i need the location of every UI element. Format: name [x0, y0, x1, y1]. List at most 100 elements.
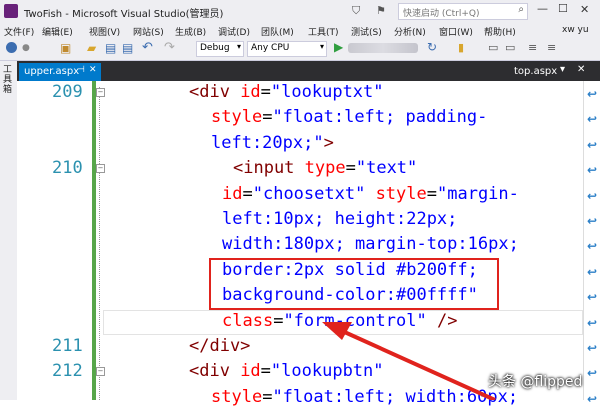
line-number: 209 [52, 82, 83, 102]
word-wrap-icon: ↩ [587, 214, 598, 228]
comment-icon[interactable]: ▭ [488, 41, 498, 54]
menu-edit[interactable]: 编辑(E) [42, 25, 73, 38]
menu-view[interactable]: 视图(V) [89, 25, 120, 38]
word-wrap-icon: ↩ [587, 188, 598, 203]
close-button[interactable]: ✕ [580, 3, 589, 16]
code-line[interactable]: left:20px;"> [211, 133, 334, 153]
word-wrap-icon: ↩ [587, 391, 598, 406]
collapse-toggle-icon[interactable]: − [96, 88, 105, 97]
code-line[interactable]: <input type="text" [233, 158, 417, 178]
save-all-icon[interactable]: ▤ [122, 41, 133, 55]
maximize-button[interactable]: ☐ [558, 2, 568, 15]
title-bar: TwoFish - Microsoft Visual Studio(管理员) ⛉… [0, 0, 600, 22]
code-token: left:20px;" [211, 132, 324, 153]
code-token: <div [189, 361, 241, 382]
change-indicator-bar [92, 81, 96, 400]
code-token: style [375, 183, 427, 204]
code-line[interactable]: width:180px; margin-top:16px; [222, 234, 519, 254]
code-line[interactable]: <div id="lookupbtn" [189, 361, 384, 381]
quick-launch-input[interactable]: 快速启动 (Ctrl+Q) ⌕ [398, 3, 528, 20]
tab-top-aspx[interactable]: top.aspx [514, 66, 557, 77]
code-token: "choosetxt" [252, 183, 376, 204]
user-name[interactable]: xw yu [562, 25, 589, 35]
new-project-icon[interactable]: ▣ [60, 41, 71, 55]
menu-analyze[interactable]: 分析(N) [394, 25, 426, 38]
minimize-button[interactable]: — [537, 2, 548, 15]
code-line[interactable]: <div id="lookuptxt" [189, 82, 384, 102]
browser-target-blurred[interactable] [348, 43, 418, 53]
word-wrap-icon: ↩ [587, 137, 598, 152]
platform-value: Any CPU [251, 43, 290, 53]
tab-close-icon[interactable]: ✕ [577, 64, 585, 75]
code-line[interactable]: </div> [189, 336, 250, 356]
highlight-box [209, 258, 499, 310]
menu-website[interactable]: 网站(S) [133, 25, 164, 38]
notification-flag-icon[interactable]: ⚑ [376, 4, 386, 17]
word-wrap-icon: ↩ [587, 341, 598, 355]
code-token: id [240, 361, 261, 382]
tab-list-icon[interactable]: ▾ [560, 64, 565, 75]
code-token: "lookupbtn" [270, 361, 384, 382]
code-token: "float:left; padding- [272, 107, 488, 128]
code-line[interactable]: style="float:left; width:60px; [211, 387, 518, 407]
tab-label: upper.aspx [24, 66, 80, 77]
code-token: left:10px; height:22px; [222, 209, 458, 229]
menu-file[interactable]: 文件(F) [4, 25, 34, 38]
start-debugging-icon[interactable]: ▶ [334, 40, 343, 54]
code-token: <div [189, 82, 241, 102]
word-wrap-icon: ↩ [587, 264, 598, 279]
code-token: "text" [355, 158, 418, 179]
back-icon[interactable] [6, 42, 17, 53]
code-token: </div> [189, 336, 251, 356]
code-token: width:180px; margin-top:16px; [222, 234, 519, 255]
open-file-icon[interactable]: ▰ [87, 41, 96, 55]
word-wrap-icon: ↩ [587, 290, 598, 305]
menu-team[interactable]: 团队(M) [261, 25, 294, 38]
editor-right-border [583, 81, 584, 400]
document-tab-row: upper.aspx ⊣ ✕ top.aspx ▾ ✕ [17, 61, 600, 81]
code-token: <input [233, 158, 305, 179]
menu-debug[interactable]: 调试(D) [218, 25, 250, 38]
uncomment-icon[interactable]: ▭ [505, 41, 515, 54]
code-token: type [304, 158, 346, 179]
tab-upper-aspx[interactable]: upper.aspx ⊣ ✕ [19, 63, 101, 81]
refresh-icon[interactable]: ↻ [427, 40, 437, 54]
undo-icon[interactable]: ↶ [142, 40, 153, 55]
redo-icon[interactable]: ↷ [164, 40, 175, 55]
code-token: = [260, 82, 271, 102]
line-number: 211 [52, 336, 83, 356]
menu-build[interactable]: 生成(B) [175, 25, 206, 38]
word-wrap-icon: ↩ [587, 163, 598, 178]
code-editor[interactable]: − − − 209 <div id="lookuptxt" ↩ style="floa… [17, 81, 600, 407]
close-icon[interactable]: ✕ [89, 65, 97, 75]
collapse-toggle-icon[interactable]: − [96, 164, 105, 173]
code-line[interactable]: class="form-control" /> [222, 311, 457, 331]
code-line[interactable]: id="choosetxt" style="margin- [222, 184, 519, 204]
line-number: 210 [52, 158, 83, 179]
code-line[interactable]: left:10px; height:22px; [222, 209, 457, 229]
toolbox-label[interactable]: 工具箱 [3, 65, 13, 95]
watermark-text: 头条 @flipped [488, 374, 583, 390]
menu-help[interactable]: 帮助(H) [484, 25, 516, 38]
code-line[interactable]: style="float:left; padding- [211, 107, 487, 127]
forward-icon[interactable]: ● [22, 43, 30, 53]
toolbox-strip[interactable]: 工具箱 [0, 61, 18, 400]
code-token: = [273, 310, 284, 331]
word-wrap-icon: ↩ [587, 239, 598, 254]
menu-test[interactable]: 测试(S) [351, 25, 382, 38]
outdent-icon[interactable]: ≡ [547, 41, 556, 54]
filter-icon[interactable]: ⛉ [352, 4, 360, 18]
configuration-select[interactable]: Debug ▾ [196, 41, 244, 57]
save-icon[interactable]: ▤ [105, 41, 116, 55]
collapse-toggle-icon[interactable]: − [96, 367, 105, 376]
bookmark-icon[interactable]: ▮ [458, 41, 464, 54]
menu-tools[interactable]: 工具(T) [308, 25, 339, 38]
indent-icon[interactable]: ≡ [528, 41, 537, 54]
platform-select[interactable]: Any CPU ▾ [247, 41, 327, 57]
menu-window[interactable]: 窗口(W) [439, 25, 473, 38]
code-token: = [242, 183, 253, 204]
pin-icon[interactable]: ⊣ [77, 65, 85, 75]
code-token: style [211, 386, 263, 407]
chevron-down-icon: ▾ [236, 42, 241, 51]
code-token: = [426, 183, 437, 204]
